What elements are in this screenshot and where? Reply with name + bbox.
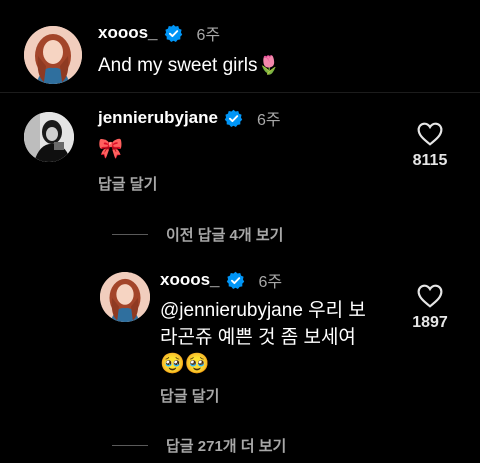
view-previous-replies[interactable]: 이전 답글 4개 보기 bbox=[112, 224, 283, 245]
like-count: 8115 bbox=[412, 152, 448, 169]
like-button[interactable] bbox=[417, 284, 443, 308]
heart-icon bbox=[417, 284, 443, 308]
view-previous-replies-label: 이전 답글 4개 보기 bbox=[166, 227, 284, 244]
reply-time: 6주 bbox=[258, 274, 283, 291]
reply-emojis: 🥹🥹 bbox=[160, 353, 210, 375]
avatar[interactable] bbox=[24, 112, 74, 162]
verified-badge-icon bbox=[224, 109, 243, 128]
illustrated-girl-avatar-icon bbox=[100, 272, 150, 322]
comment-header: jennierubyjane 6주 bbox=[98, 106, 281, 130]
heart-icon bbox=[417, 122, 443, 146]
thread-line bbox=[112, 445, 148, 446]
reply-button[interactable]: 답글 달기 bbox=[98, 173, 157, 194]
verified-badge-icon bbox=[164, 24, 183, 43]
avatar[interactable] bbox=[24, 26, 82, 84]
verified-badge-icon bbox=[226, 271, 245, 290]
username[interactable]: jennierubyjane bbox=[98, 108, 218, 128]
comment-time: 6주 bbox=[196, 27, 221, 44]
username[interactable]: xooos_ bbox=[160, 270, 220, 290]
reply-button[interactable]: 답글 달기 bbox=[160, 385, 219, 406]
like-button[interactable] bbox=[417, 122, 443, 146]
like-count: 1897 bbox=[412, 314, 448, 331]
view-more-replies-label: 답글 271개 더 보기 bbox=[166, 438, 287, 455]
comment-header: xooos_ 6주 bbox=[98, 21, 220, 45]
illustrated-girl-avatar-icon bbox=[24, 26, 82, 84]
divider bbox=[0, 92, 480, 93]
reply-text-line: @jennierubyjane 우리 보 bbox=[160, 300, 366, 321]
reply-text: @jennierubyjane 우리 보 라곤쥬 예쁜 것 좀 보세여 🥹🥹 bbox=[160, 297, 366, 378]
reply-header: xooos_ 6주 bbox=[160, 268, 282, 292]
comment-body: 🎀 bbox=[98, 138, 123, 160]
comment-text: And my sweet girls🌷 bbox=[98, 52, 280, 79]
reply-text-line: 라곤쥬 예쁜 것 좀 보세여 bbox=[160, 327, 356, 348]
username[interactable]: xooos_ bbox=[98, 23, 158, 43]
view-more-replies[interactable]: 답글 271개 더 보기 bbox=[112, 435, 286, 456]
comment-time: 6주 bbox=[256, 112, 281, 129]
photo-avatar-icon bbox=[24, 112, 74, 162]
tulip-emoji: 🌷 bbox=[257, 55, 280, 75]
thread-line bbox=[112, 234, 148, 235]
avatar[interactable] bbox=[100, 272, 150, 322]
comment-body: And my sweet girls bbox=[98, 55, 258, 76]
